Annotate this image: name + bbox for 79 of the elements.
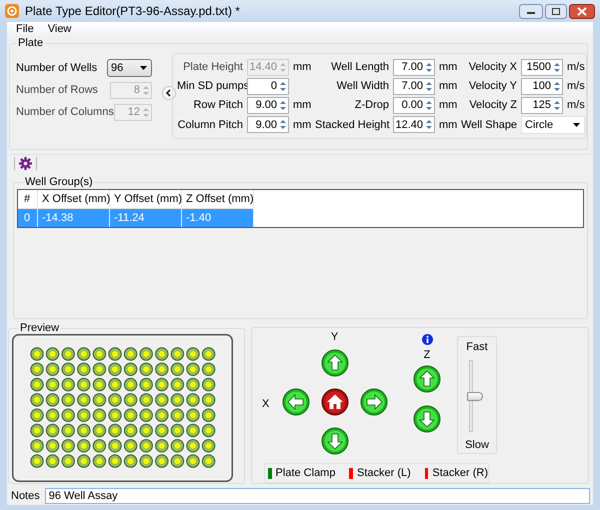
caret-icon: [573, 122, 580, 126]
z-up-button[interactable]: [413, 365, 441, 393]
move-up-button[interactable]: [320, 348, 348, 376]
unit-label: mm: [293, 61, 311, 73]
field-label: Row Pitch: [192, 99, 243, 111]
group-title: Well Group(s): [24, 176, 94, 188]
field-label: Number of Rows: [16, 84, 98, 96]
field-label: Number of Wells: [16, 62, 98, 74]
unit-label: mm: [293, 99, 311, 111]
maximize-button[interactable]: [545, 4, 567, 19]
move-right-button[interactable]: [360, 388, 388, 416]
number-spinner[interactable]: 9.00: [247, 96, 289, 114]
unit-label: m/s: [567, 99, 585, 111]
number-spinner[interactable]: 100: [521, 78, 563, 94]
close-button[interactable]: [569, 4, 595, 19]
collapse-button[interactable]: [162, 86, 176, 100]
legend-label: Stacker (R): [432, 467, 488, 479]
menu-item[interactable]: View: [48, 23, 72, 35]
speed-label: Slow: [465, 439, 489, 451]
unit-label: mm: [293, 118, 311, 130]
number-spinner[interactable]: 0.00: [393, 96, 435, 114]
info-icon[interactable]: [422, 334, 432, 345]
axis-label: Y: [330, 331, 338, 343]
number-spinner[interactable]: 9.00: [247, 116, 289, 133]
table-cell: -11.24: [110, 209, 182, 227]
table-cell: -1.40: [182, 209, 254, 227]
field-label: Plate Height: [182, 61, 243, 73]
field-label: Column Pitch: [177, 118, 243, 130]
notes-label: Notes: [11, 490, 40, 502]
column-header[interactable]: Y Offset (mm): [110, 190, 182, 208]
table-cell: 0: [18, 209, 38, 227]
group-title: Preview: [19, 322, 60, 334]
number-spinner[interactable]: 7.00: [393, 78, 435, 94]
number-spinner[interactable]: 1500: [521, 58, 563, 76]
number-spinner[interactable]: 7.00: [393, 58, 435, 76]
unit-label: mm: [439, 118, 457, 130]
spin-arrows-icon: [278, 117, 288, 132]
column-header[interactable]: X Offset (mm): [38, 190, 110, 208]
app-icon: [5, 4, 19, 18]
window-title: Plate Type Editor(PT3-96-Assay.pd.txt) *: [25, 4, 240, 18]
unit-label: m/s: [567, 80, 585, 92]
field-label: Velocity Z: [468, 99, 517, 111]
slider-thumb[interactable]: [467, 392, 483, 401]
field-label: Well Shape: [461, 118, 517, 130]
z-down-button[interactable]: [413, 405, 441, 433]
move-left-button[interactable]: [282, 388, 310, 416]
number-spinner[interactable]: 125: [521, 96, 563, 114]
unit-label: m/s: [567, 61, 585, 73]
field-label: Velocity Y: [468, 80, 517, 92]
legend-label: Stacker (L): [357, 467, 411, 479]
table-cell: -14.38: [38, 209, 110, 227]
axis-label: X: [262, 398, 270, 412]
legend-label: Plate Clamp: [276, 467, 336, 479]
group-title: Plate: [17, 37, 44, 49]
field-label: Stacked Height: [315, 118, 389, 130]
column-header[interactable]: Z Offset (mm): [182, 190, 254, 208]
axis-label: Z: [424, 349, 430, 361]
home-button[interactable]: [320, 388, 348, 416]
field-label: Z-Drop: [354, 99, 389, 111]
field-label: Well Length: [330, 61, 389, 73]
unit-label: mm: [439, 80, 457, 92]
shape-dropdown[interactable]: Circle: [521, 116, 585, 134]
wells-dropdown[interactable]: 96: [107, 59, 152, 77]
menu-item[interactable]: File: [16, 23, 34, 35]
number-spinner[interactable]: 12.40: [393, 116, 435, 133]
field-label: Well Width: [336, 80, 389, 92]
spin-arrows-icon: [424, 117, 434, 132]
unit-label: mm: [439, 99, 457, 111]
speed-label: Fast: [466, 341, 488, 353]
settings-icon[interactable]: [19, 157, 32, 170]
minimize-button[interactable]: [519, 4, 543, 19]
notes-field[interactable]: 96 Well Assay: [44, 488, 590, 504]
field-label: Number of Columns: [16, 106, 114, 118]
field-label: Velocity X: [468, 61, 517, 73]
caret-icon: [140, 66, 147, 70]
move-down-button[interactable]: [320, 426, 348, 454]
column-header[interactable]: #: [18, 190, 38, 208]
number-spinner[interactable]: 0: [247, 78, 289, 94]
unit-label: mm: [439, 61, 457, 73]
